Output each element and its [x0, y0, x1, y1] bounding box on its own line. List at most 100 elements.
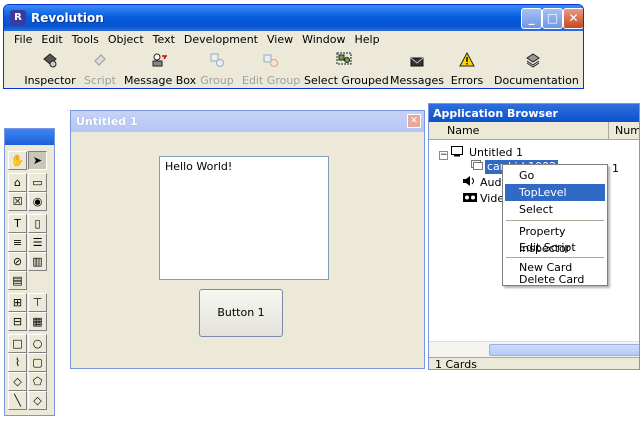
- close-icon: ✕: [568, 11, 579, 25]
- tools-palette-titlebar[interactable]: [5, 129, 54, 145]
- column-num[interactable]: Num: [609, 122, 639, 140]
- menu-item-property-inspector[interactable]: Property Inspector: [505, 223, 605, 255]
- documentation-button[interactable]: Documentation: [494, 50, 579, 88]
- stack-title: Untitled 1: [76, 115, 138, 128]
- group-button[interactable]: Group: [198, 50, 236, 88]
- menu-help[interactable]: Help: [354, 31, 379, 49]
- checkbox-tool-icon[interactable]: ☒: [8, 192, 27, 211]
- select-grouped-button[interactable]: Select Grouped: [304, 50, 389, 88]
- stack-window: Untitled 1 ✕ Hello World! Button 1: [70, 110, 425, 369]
- group-label: Group: [200, 74, 234, 87]
- select-grouped-label: Select Grouped: [304, 74, 389, 87]
- script-button[interactable]: Script: [80, 50, 120, 88]
- diamond-tool-icon[interactable]: ◇: [28, 391, 47, 410]
- messages-button[interactable]: Messages: [390, 50, 444, 88]
- collapse-icon[interactable]: −: [439, 151, 448, 160]
- regular-polygon-tool-icon[interactable]: ⬠: [28, 372, 47, 391]
- minimize-button[interactable]: _: [521, 8, 542, 29]
- card-num-value: 1: [612, 162, 619, 175]
- message-box-icon: [152, 53, 167, 67]
- field-tool-icon[interactable]: ▯: [28, 214, 47, 233]
- context-menu: Go TopLevel Select Property Inspector Ed…: [502, 164, 608, 286]
- inspector-button[interactable]: Inspector: [24, 50, 76, 88]
- curve-tool-icon[interactable]: ◇: [8, 372, 27, 391]
- errors-button[interactable]: Errors: [448, 50, 486, 88]
- maximize-button[interactable]: □: [542, 8, 563, 29]
- errors-label: Errors: [450, 74, 484, 87]
- script-icon: [94, 54, 106, 66]
- documentation-label: Documentation: [494, 74, 579, 87]
- script-label: Script: [84, 74, 116, 87]
- column-header: Name Num: [429, 122, 639, 140]
- tag-tool-icon[interactable]: ⊘: [8, 252, 27, 271]
- rectangle-tool-icon[interactable]: □: [8, 334, 27, 353]
- menu-edit[interactable]: Edit: [41, 31, 62, 49]
- menu-separator: [506, 220, 604, 221]
- pointer-tool-icon[interactable]: ➤: [28, 151, 47, 170]
- menu-item-toplevel[interactable]: TopLevel: [505, 184, 605, 201]
- menu-text[interactable]: Text: [153, 31, 175, 49]
- status-bar: 1 Cards: [429, 357, 639, 369]
- documentation-icon: [526, 53, 540, 68]
- field-text: Hello World!: [165, 160, 233, 173]
- text-field[interactable]: Hello World!: [159, 156, 329, 280]
- title-bar[interactable]: R Revolution _ □ ✕: [4, 5, 583, 31]
- scrollbar-tool-icon[interactable]: ⊟: [8, 312, 27, 331]
- stack-close-button[interactable]: ✕: [407, 114, 421, 128]
- close-button[interactable]: ✕: [563, 8, 583, 29]
- group-icon: [210, 53, 224, 67]
- progress-tool-icon[interactable]: ▦: [28, 312, 47, 331]
- application-browser-title-bar[interactable]: Application Browser: [429, 104, 639, 122]
- menu-view[interactable]: View: [267, 31, 293, 49]
- option-menu-tool-icon[interactable]: ⊤: [28, 293, 47, 312]
- edit-group-icon: [263, 54, 278, 67]
- button-1[interactable]: Button 1: [199, 289, 283, 337]
- menu-item-select[interactable]: Select: [505, 201, 605, 218]
- browse-tool-hand-icon[interactable]: ✋: [8, 151, 27, 170]
- radio-button-tool-icon[interactable]: ◉: [28, 192, 47, 211]
- tab-panel-tool-icon[interactable]: ▭: [28, 173, 47, 192]
- messages-label: Messages: [390, 74, 444, 87]
- messages-icon: [410, 57, 424, 67]
- menu-bar: File Edit Tools Object Text Development View Wi…: [4, 31, 583, 49]
- maximize-icon: □: [546, 11, 559, 25]
- horizontal-scrollbar[interactable]: [429, 341, 639, 357]
- scrolling-field-tool-icon[interactable]: ≡: [8, 233, 27, 252]
- menu-item-delete-card[interactable]: Delete Card: [505, 273, 605, 286]
- stack-title-bar[interactable]: Untitled 1 ✕: [71, 111, 424, 132]
- warning-icon: [459, 52, 475, 67]
- message-box-button[interactable]: Message Box: [124, 50, 197, 88]
- oval-tool-icon[interactable]: ○: [28, 334, 47, 353]
- button-tool-icon[interactable]: ⌂: [8, 173, 27, 192]
- menu-file[interactable]: File: [14, 31, 32, 49]
- video-icon: [463, 193, 477, 202]
- scrollbar-thumb[interactable]: [489, 344, 639, 356]
- menu-field-tool-icon[interactable]: ▤: [8, 271, 27, 290]
- menu-object[interactable]: Object: [108, 31, 144, 49]
- polygon-tool-icon[interactable]: ⌇: [8, 353, 27, 372]
- edit-group-label: Edit Group: [242, 74, 301, 87]
- revolution-window: R Revolution _ □ ✕ File Edit Tools Object Te…: [3, 4, 584, 89]
- menu-development[interactable]: Development: [184, 31, 258, 49]
- message-box-label: Message Box: [124, 74, 197, 87]
- line-tool-icon[interactable]: ╲: [8, 391, 27, 410]
- column-name[interactable]: Name: [441, 122, 609, 140]
- app-logo-icon: R: [10, 10, 26, 26]
- edit-group-button[interactable]: Edit Group: [242, 50, 300, 88]
- minimize-icon: _: [528, 11, 535, 25]
- list-field-tool-icon[interactable]: ☰: [28, 233, 47, 252]
- audio-icon: [463, 176, 474, 186]
- tree-stack-item[interactable]: Untitled 1: [469, 146, 523, 160]
- inspector-icon: [43, 53, 57, 68]
- menu-item-edit-script[interactable]: Edit Script: [505, 239, 605, 256]
- menu-item-go[interactable]: Go: [505, 167, 605, 184]
- label-field-tool-icon[interactable]: T: [8, 214, 27, 233]
- close-icon: ✕: [410, 116, 418, 126]
- tools-palette: ✋ ➤ ⌂ ▭ ☒ ◉ T ▯ ≡ ☰ ⊘ ▥ ▤ ⊞ ⊤ ⊟ ▦ □ ○ ⌇ …: [4, 128, 55, 416]
- menu-tools[interactable]: Tools: [72, 31, 99, 49]
- round-rect-tool-icon[interactable]: ▢: [28, 353, 47, 372]
- select-grouped-icon: [336, 52, 352, 65]
- menu-window[interactable]: Window: [302, 31, 345, 49]
- combo-box-tool-icon[interactable]: ⊞: [8, 293, 27, 312]
- table-tool-icon[interactable]: ▥: [28, 252, 47, 271]
